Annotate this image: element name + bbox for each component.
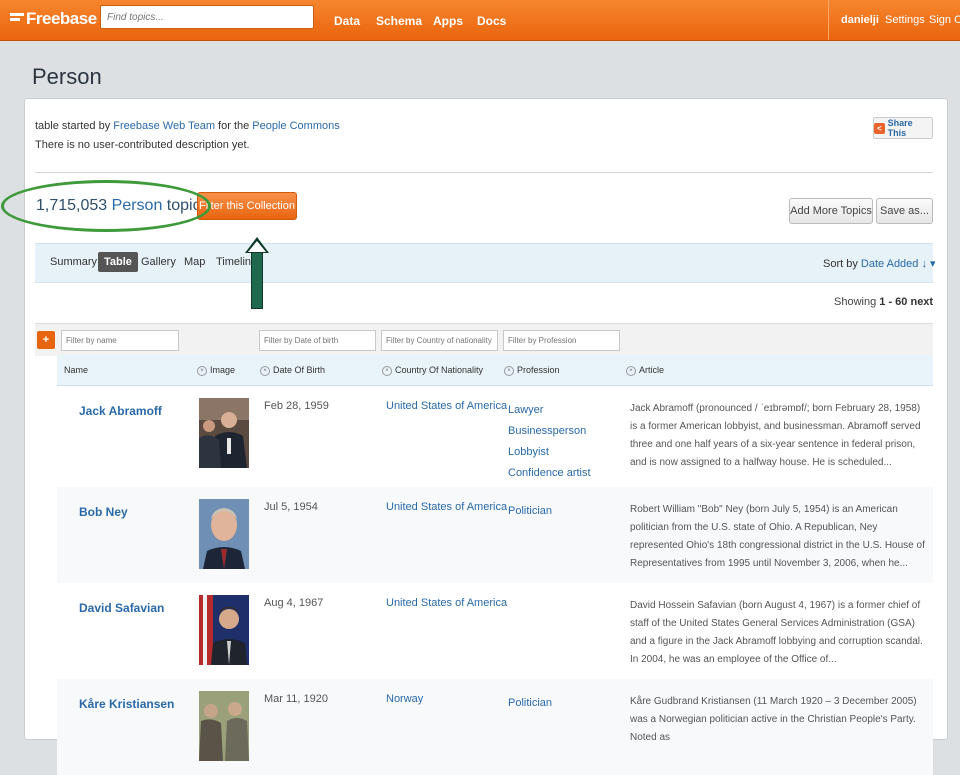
dob-value: Aug 4, 1967 <box>264 597 324 609</box>
table-row: Kåre Kristiansen Mar 11, 1920 Norway Pol… <box>57 679 933 775</box>
remove-column-icon[interactable]: × <box>260 365 270 376</box>
share-icon: < <box>874 122 885 134</box>
country-link[interactable]: United States of America <box>386 400 507 412</box>
sort-control[interactable]: Sort by Date Added ↓ ▾ <box>823 257 936 270</box>
profession-link[interactable]: Lobbyist <box>508 442 591 463</box>
tab-table[interactable]: Table <box>98 252 138 272</box>
country-link[interactable]: United States of America <box>386 597 507 609</box>
col-dob[interactable]: × Date Of Birth <box>260 365 325 376</box>
dob-value: Feb 28, 1959 <box>264 400 329 412</box>
nav-docs[interactable]: Docs <box>477 14 506 28</box>
remove-column-icon[interactable]: × <box>382 365 392 376</box>
collection-description: There is no user-contributed description… <box>35 139 250 151</box>
search-input[interactable] <box>100 5 314 29</box>
nav-schema[interactable]: Schema <box>376 14 422 28</box>
freebase-logo-icon <box>10 12 24 26</box>
col-profession[interactable]: × Profession <box>504 365 560 376</box>
page-title: Person <box>32 64 102 89</box>
freebase-logo[interactable]: Freebase <box>10 9 97 29</box>
table-row: Jack Abramoff Feb 28, 1959 United States… <box>57 386 933 482</box>
profession-link[interactable]: Politician <box>508 693 552 714</box>
article-text: David Hossein Safavian (born August 4, 1… <box>630 600 923 665</box>
add-column-button[interactable]: + <box>37 331 55 349</box>
sort-down-arrow-icon: ↓ ▾ <box>921 258 936 270</box>
tab-map[interactable]: Map <box>184 256 205 268</box>
share-button[interactable]: < Share This <box>873 117 933 139</box>
topic-name-link[interactable]: Bob Ney <box>79 505 128 519</box>
country-link[interactable]: United States of America <box>386 501 507 513</box>
nav-apps[interactable]: Apps <box>433 14 463 28</box>
profession-list: Politician <box>508 693 552 714</box>
person-photo[interactable] <box>199 398 249 468</box>
topbar-divider <box>828 0 829 40</box>
dob-value: Mar 11, 1920 <box>264 693 329 705</box>
article-text: Robert William "Bob" Ney (born July 5, 1… <box>630 504 925 569</box>
filter-collection-button[interactable]: Filter this Collection <box>197 192 297 220</box>
filter-row: + <box>35 323 933 356</box>
filter-profession-input[interactable] <box>503 330 620 351</box>
tab-summary[interactable]: Summary <box>50 256 97 268</box>
col-image[interactable]: × Image <box>197 365 235 376</box>
topic-name-link[interactable]: Jack Abramoff <box>79 404 162 418</box>
top-bar: Freebase Data Schema Apps Docs danielji … <box>0 0 960 41</box>
nav-data[interactable]: Data <box>334 14 360 28</box>
signout-link[interactable]: Sign Out <box>929 14 960 26</box>
filter-name-input[interactable] <box>61 330 179 351</box>
profession-link[interactable]: Lawyer <box>508 400 591 421</box>
country-link[interactable]: Norway <box>386 693 423 705</box>
article-text: Jack Abramoff (pronounced / ˈeɪbrəmɒf/; … <box>630 403 921 468</box>
profession-list: Lawyer Businessperson Lobbyist Confidenc… <box>508 400 591 484</box>
add-more-topics-button[interactable]: Add More Topics <box>789 198 873 224</box>
col-country[interactable]: × Country Of Nationality <box>382 365 483 376</box>
person-photo-image <box>199 595 249 665</box>
arrow-annotation-shaft <box>251 252 263 309</box>
author-link[interactable]: Freebase Web Team <box>113 120 215 132</box>
collection-meta: table started by Freebase Web Team for t… <box>35 120 340 132</box>
person-photo[interactable] <box>199 595 249 665</box>
tab-gallery[interactable]: Gallery <box>141 256 176 268</box>
person-photo[interactable] <box>199 691 249 761</box>
col-name[interactable]: Name <box>64 365 88 375</box>
person-photo-image <box>199 691 249 761</box>
table-row: Bob Ney Jul 5, 1954 United States of Ame… <box>57 487 933 583</box>
remove-column-icon[interactable]: × <box>626 365 636 376</box>
arrow-annotation-head-inner <box>248 241 266 252</box>
profession-link[interactable]: Politician <box>508 501 552 522</box>
pagination-info: Showing 1 - 60 next <box>834 296 934 308</box>
table-header: Name × Image × Date Of Birth × Country Of N… <box>57 355 933 386</box>
col-article[interactable]: × Article <box>626 365 664 376</box>
highlight-ellipse-annotation <box>1 180 211 232</box>
dob-value: Jul 5, 1954 <box>264 501 318 513</box>
table-row: David Safavian Aug 4, 1967 United States… <box>57 583 933 679</box>
filter-country-input[interactable] <box>381 330 498 351</box>
user-link[interactable]: danielji <box>841 14 879 26</box>
person-photo-image <box>199 398 249 468</box>
topic-name-link[interactable]: Kåre Kristiansen <box>79 697 174 711</box>
profession-link[interactable]: Confidence artist <box>508 463 591 484</box>
save-as-button[interactable]: Save as... <box>876 198 933 224</box>
settings-link[interactable]: Settings <box>885 14 925 26</box>
next-page-link[interactable]: next <box>910 296 933 308</box>
topic-name-link[interactable]: David Safavian <box>79 601 164 615</box>
topics-table: + Name ×Image ×Date Of Birth ×Country Of… <box>35 323 933 775</box>
filter-dob-input[interactable] <box>259 330 376 351</box>
divider <box>35 172 933 173</box>
profession-link[interactable]: Businessperson <box>508 421 591 442</box>
person-photo[interactable] <box>199 499 249 569</box>
sort-value[interactable]: Date Added <box>861 258 919 270</box>
article-text: Kåre Gudbrand Kristiansen (11 March 1920… <box>630 696 917 743</box>
remove-column-icon[interactable]: × <box>504 365 514 376</box>
person-photo-image <box>199 499 249 569</box>
remove-column-icon[interactable]: × <box>197 365 207 376</box>
profession-list: Politician <box>508 501 552 522</box>
commons-link[interactable]: People Commons <box>252 120 339 132</box>
